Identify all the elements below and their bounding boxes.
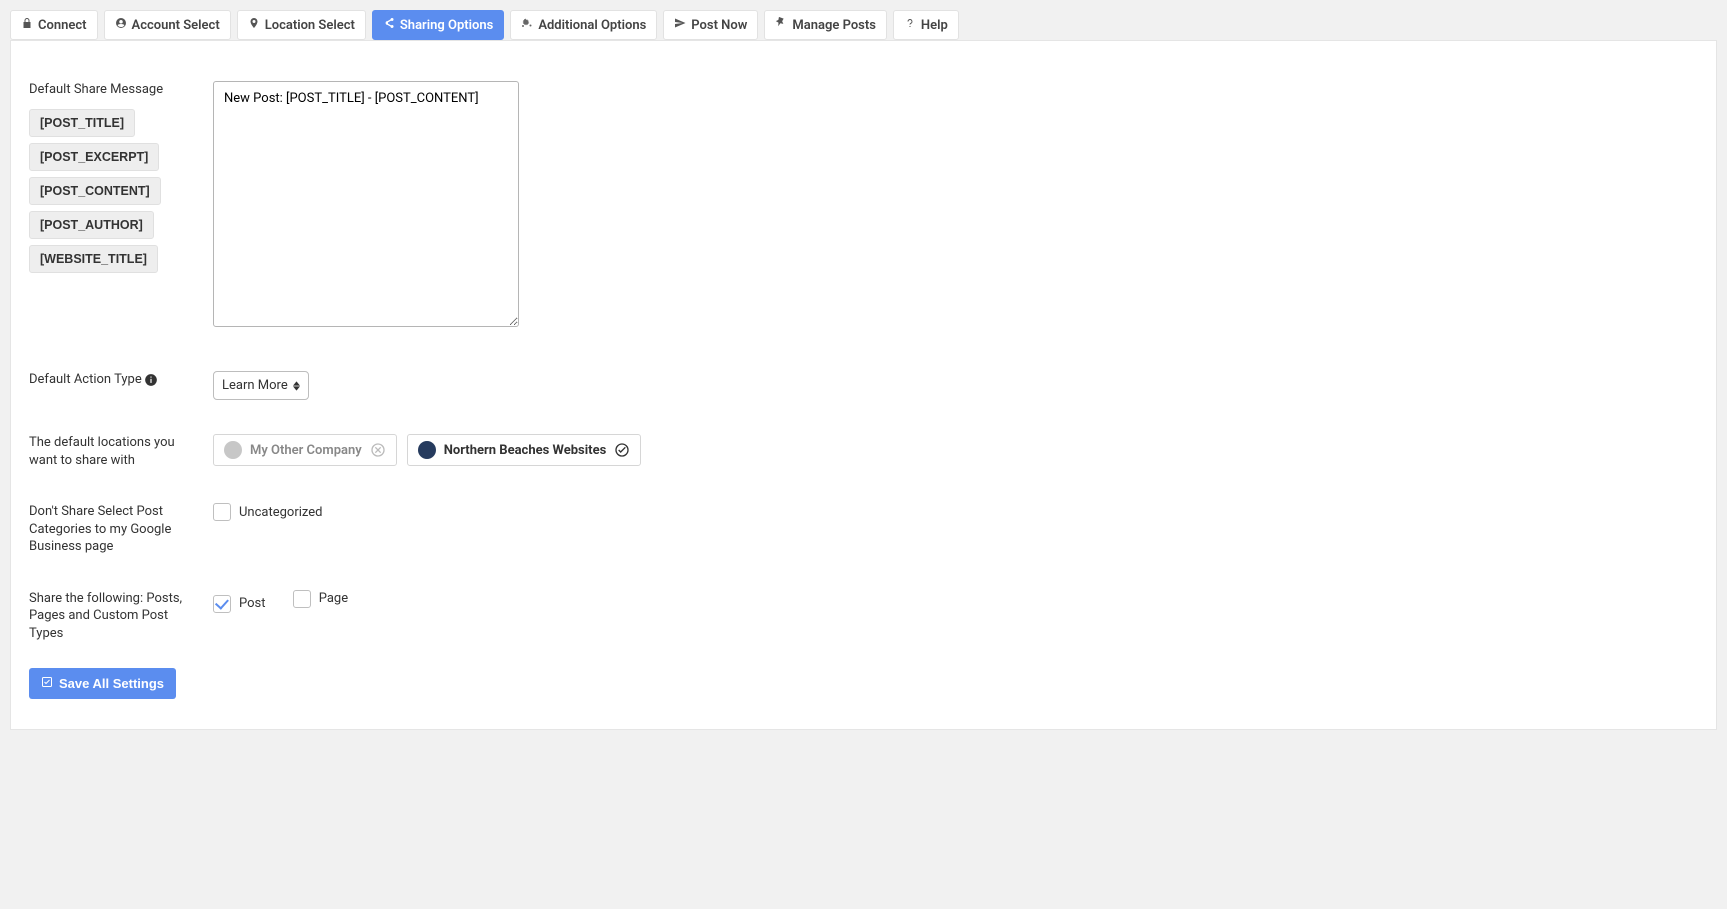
thumbtack-icon: [775, 17, 787, 33]
share-icon: [383, 17, 395, 33]
lock-icon: [21, 17, 33, 33]
tab-location-select[interactable]: Location Select: [237, 10, 366, 40]
tab-connect[interactable]: Connect: [10, 10, 98, 40]
location-chip-northern-beaches[interactable]: Northern Beaches Websites: [407, 434, 642, 466]
select-arrows-icon: [293, 381, 300, 391]
tab-help[interactable]: Help: [893, 10, 959, 40]
paper-plane-icon: [674, 17, 686, 33]
tab-label: Additional Options: [538, 18, 646, 33]
share-message-textarea[interactable]: [213, 81, 519, 327]
checkbox-post[interactable]: Post: [213, 595, 266, 613]
location-chip-my-other-company[interactable]: My Other Company: [213, 434, 397, 466]
row-default-locations: The default locations you want to share …: [29, 434, 1698, 469]
row-share-types: Share the following: Posts, Pages and Cu…: [29, 590, 1698, 643]
user-circle-icon: [115, 17, 127, 33]
tab-label: Manage Posts: [792, 18, 876, 33]
tab-label: Account Select: [132, 18, 220, 33]
share-types-label: Share the following: Posts, Pages and Cu…: [29, 590, 201, 643]
checkbox-box: [293, 590, 311, 608]
action-type-select[interactable]: Learn More: [213, 371, 309, 400]
question-icon: [904, 17, 916, 33]
save-all-settings-button[interactable]: Save All Settings: [29, 668, 176, 699]
action-type-selected: Learn More: [222, 378, 288, 393]
token-post-content[interactable]: [POST_CONTENT]: [29, 177, 161, 205]
tab-account-select[interactable]: Account Select: [104, 10, 231, 40]
checkbox-page[interactable]: Page: [293, 590, 348, 608]
checkbox-box: [213, 503, 231, 521]
row-share-message: Default Share Message [POST_TITLE] [POST…: [29, 81, 1698, 331]
share-message-label: Default Share Message: [29, 81, 201, 99]
locations-label: The default locations you want to share …: [29, 434, 201, 469]
checkbox-label: Page: [319, 591, 348, 606]
check-circle-icon: [614, 442, 630, 458]
token-post-title[interactable]: [POST_TITLE]: [29, 109, 135, 137]
map-pin-icon: [248, 17, 260, 33]
token-website-title[interactable]: [WEBSITE_TITLE]: [29, 245, 158, 273]
checkbox-box: [213, 595, 231, 613]
location-name: Northern Beaches Websites: [444, 443, 607, 458]
avatar-icon: [418, 441, 436, 459]
row-exclude-categories: Don't Share Select Post Categories to my…: [29, 503, 1698, 556]
tab-manage-posts[interactable]: Manage Posts: [764, 10, 887, 40]
sharing-options-panel: Default Share Message [POST_TITLE] [POST…: [10, 40, 1717, 730]
location-name: My Other Company: [250, 443, 362, 458]
tab-sharing-options[interactable]: Sharing Options: [372, 10, 504, 40]
tab-post-now[interactable]: Post Now: [663, 10, 758, 40]
token-post-excerpt[interactable]: [POST_EXCERPT]: [29, 143, 159, 171]
checkbox-label: Post: [239, 596, 266, 611]
token-buttons: [POST_TITLE] [POST_EXCERPT] [POST_CONTEN…: [29, 109, 201, 273]
tab-label: Sharing Options: [400, 18, 493, 33]
avatar-icon: [224, 441, 242, 459]
action-type-label: Default Action Type: [29, 371, 142, 389]
tab-bar: Connect Account Select Location Select S…: [10, 10, 1717, 40]
row-action-type: Default Action Type Learn More: [29, 371, 1698, 400]
tab-label: Post Now: [691, 18, 747, 33]
remove-icon: [370, 442, 386, 458]
tab-label: Connect: [38, 18, 87, 33]
cogs-icon: [521, 17, 533, 33]
save-button-label: Save All Settings: [59, 676, 164, 691]
tab-additional-options[interactable]: Additional Options: [510, 10, 657, 40]
tab-label: Help: [921, 18, 948, 33]
token-post-author[interactable]: [POST_AUTHOR]: [29, 211, 154, 239]
tab-label: Location Select: [265, 18, 355, 33]
checkbox-label: Uncategorized: [239, 505, 322, 520]
checkbox-uncategorized[interactable]: Uncategorized: [213, 503, 322, 521]
check-square-icon: [41, 676, 53, 691]
exclude-categories-label: Don't Share Select Post Categories to my…: [29, 503, 201, 556]
info-icon[interactable]: [144, 373, 158, 387]
